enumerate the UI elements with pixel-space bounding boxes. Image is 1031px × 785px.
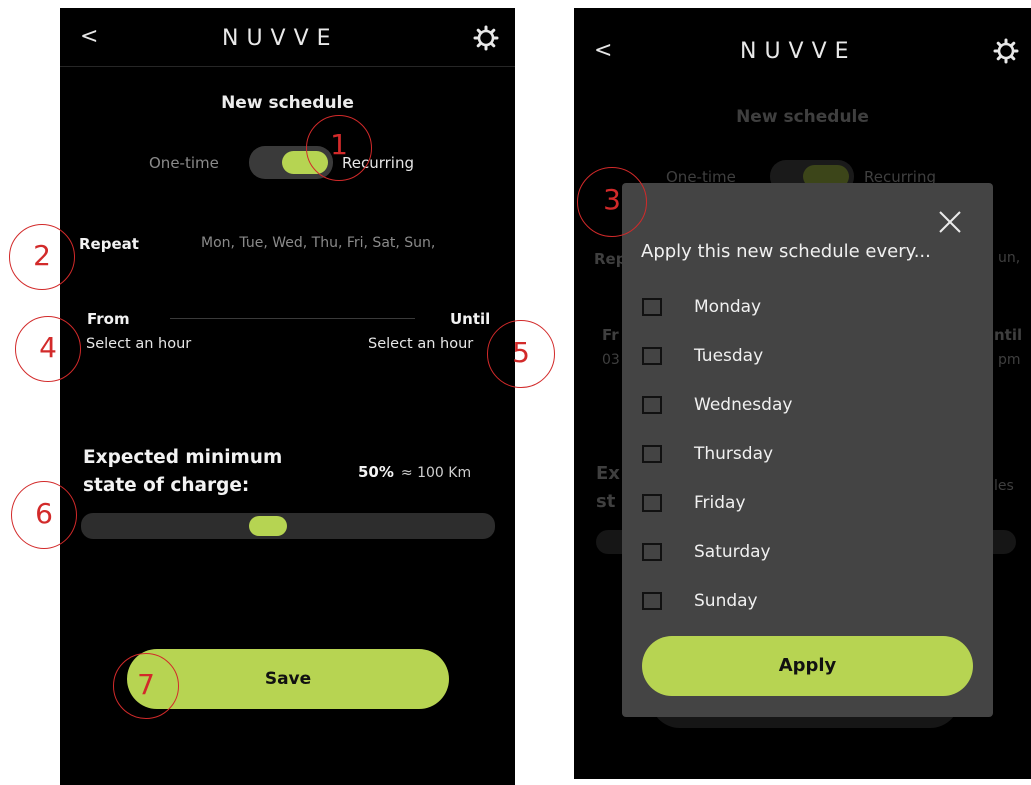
until-label: Until <box>450 310 491 328</box>
close-icon[interactable] <box>937 209 963 235</box>
page-title: New schedule <box>221 93 354 113</box>
bg-from-label: Fr <box>602 326 619 344</box>
nuvve-logo: NUVVE <box>740 39 857 64</box>
checkbox[interactable] <box>642 543 662 561</box>
checkbox[interactable] <box>642 592 662 610</box>
charge-label-line1: Expected minimum <box>83 447 283 468</box>
slider-handle[interactable] <box>249 516 287 536</box>
day-label: Thursday <box>694 444 774 464</box>
day-picker-screen: < NUVVE New schedule One-time Recurring … <box>574 8 1031 779</box>
day-option-thursday[interactable]: Thursday <box>642 441 773 467</box>
header-divider <box>60 66 515 67</box>
annotation-5: 5 <box>487 320 555 388</box>
bg-until-label: ntil <box>994 326 1023 344</box>
checkbox[interactable] <box>642 298 662 316</box>
annotation-1: 1 <box>306 115 372 181</box>
bg-charge-value: les <box>994 478 1014 494</box>
gear-icon[interactable] <box>472 24 500 52</box>
charge-km: ≈ 100 Km <box>400 465 472 481</box>
day-picker-dialog: Apply this new schedule every... Monday … <box>622 183 993 717</box>
bg-page-title: New schedule <box>736 107 869 127</box>
repeat-days-value[interactable]: Mon, Tue, Wed, Thu, Fri, Sat, Sun, <box>201 235 435 251</box>
day-option-tuesday[interactable]: Tuesday <box>642 343 763 369</box>
one-time-label[interactable]: One-time <box>149 154 219 172</box>
time-range-line <box>170 318 415 319</box>
checkbox[interactable] <box>642 347 662 365</box>
gear-icon[interactable] <box>992 37 1020 65</box>
checkbox[interactable] <box>642 445 662 463</box>
day-label: Tuesday <box>694 346 764 366</box>
charge-value: 50% ≈ 100 Km <box>358 463 471 481</box>
checkbox[interactable] <box>642 396 662 414</box>
from-hour-select[interactable]: Select an hour <box>86 336 191 352</box>
day-option-monday[interactable]: Monday <box>642 294 761 320</box>
annotation-6: 6 <box>11 481 77 549</box>
bg-from-value: 03 <box>602 352 620 368</box>
annotation-3: 3 <box>577 167 647 237</box>
bg-repeat-value: un, <box>998 250 1021 266</box>
day-label: Wednesday <box>694 395 793 415</box>
dialog-title: Apply this new schedule every... <box>641 241 931 262</box>
annotation-7: 7 <box>113 653 179 719</box>
charge-slider[interactable] <box>81 513 495 539</box>
until-hour-select[interactable]: Select an hour <box>368 336 473 352</box>
day-option-sunday[interactable]: Sunday <box>642 588 758 614</box>
bg-until-value: pm <box>998 352 1021 368</box>
day-label: Monday <box>694 297 762 317</box>
day-option-friday[interactable]: Friday <box>642 490 746 516</box>
apply-button[interactable]: Apply <box>642 636 973 696</box>
day-option-saturday[interactable]: Saturday <box>642 539 771 565</box>
day-label: Sunday <box>694 591 758 611</box>
annotation-2: 2 <box>9 224 75 290</box>
from-label: From <box>87 310 130 328</box>
back-button[interactable]: < <box>594 40 612 62</box>
day-option-wednesday[interactable]: Wednesday <box>642 392 792 418</box>
checkbox[interactable] <box>642 494 662 512</box>
annotation-4: 4 <box>15 316 81 382</box>
day-label: Saturday <box>694 542 771 562</box>
charge-percent: 50% <box>358 463 394 481</box>
day-label: Friday <box>694 493 746 513</box>
bg-charge-label1: Ex <box>596 463 620 484</box>
repeat-label: Repeat <box>79 235 139 253</box>
bg-charge-label2: st <box>596 491 616 512</box>
nuvve-logo: NUVVE <box>222 26 339 51</box>
back-button[interactable]: < <box>80 26 98 48</box>
charge-label-line2: state of charge: <box>83 475 250 496</box>
